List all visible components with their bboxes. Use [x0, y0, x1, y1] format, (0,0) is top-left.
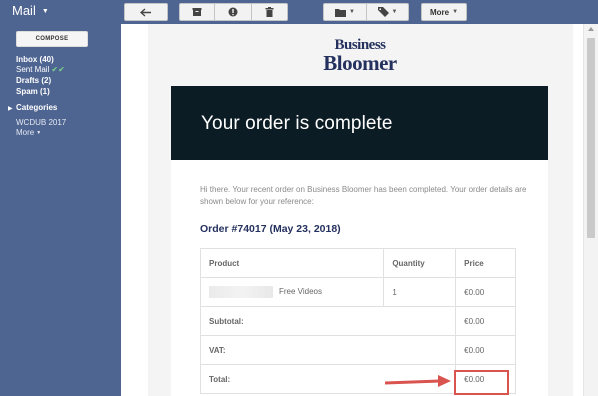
- annotation-arrow-layer: [384, 375, 451, 387]
- annotation-arrow-head: [438, 375, 451, 387]
- annotation-arrow-shaft: [384, 379, 441, 385]
